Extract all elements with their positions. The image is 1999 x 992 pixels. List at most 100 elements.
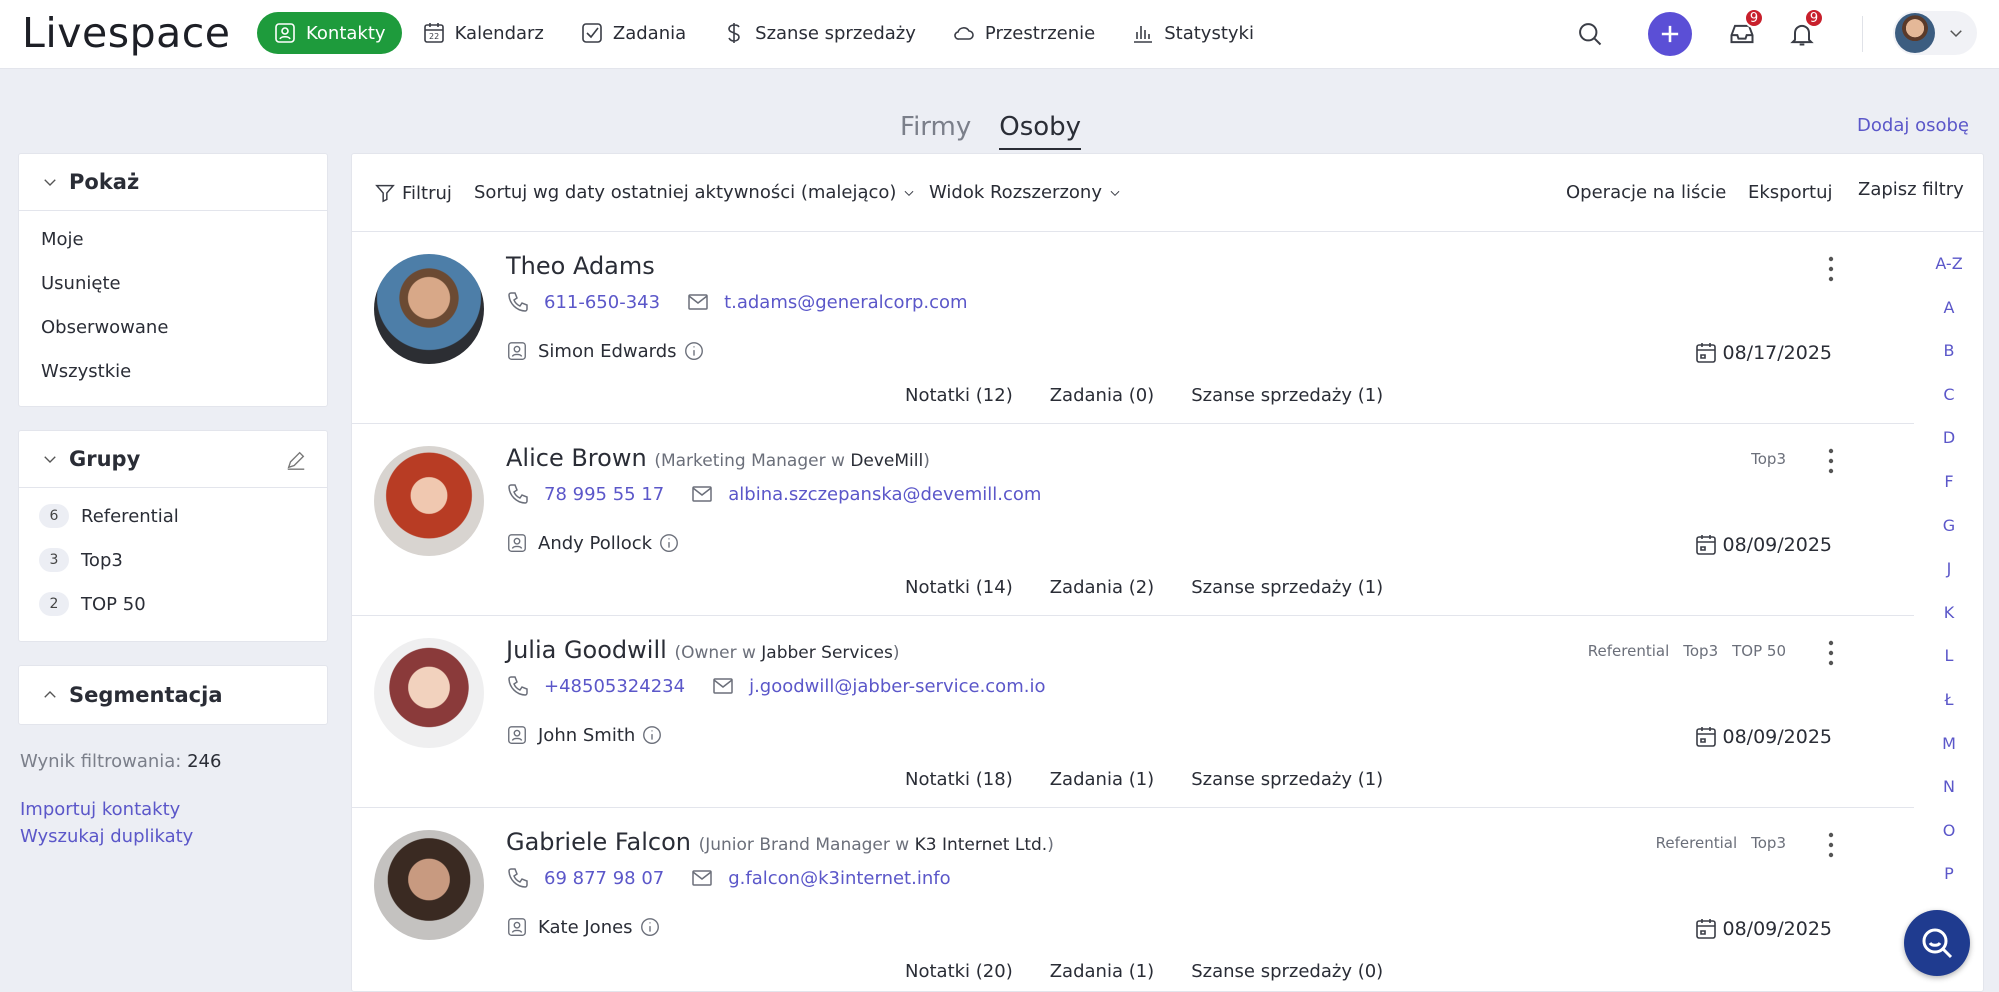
contact-email[interactable]: albina.szczepanska@devemill.com — [728, 484, 1041, 505]
show-panel-header[interactable]: Pokaż — [19, 154, 327, 211]
info-icon[interactable] — [639, 916, 661, 938]
contact-name[interactable]: Theo Adams — [506, 252, 655, 280]
contact-name[interactable]: Alice Brown (Marketing Manager w DeveMil… — [506, 444, 930, 472]
add-person-link[interactable]: Dodaj osobę — [1857, 115, 1969, 136]
row-menu-button[interactable] — [1820, 830, 1842, 860]
contact-email[interactable]: t.adams@generalcorp.com — [724, 292, 968, 313]
tasks-link[interactable]: Zadania (1) — [1050, 769, 1154, 790]
help-chat-button[interactable] — [1904, 910, 1970, 976]
deals-link[interactable]: Szanse sprzedaży (1) — [1191, 769, 1383, 790]
notifications-button[interactable]: 9 — [1780, 8, 1824, 56]
nav-item-szanse[interactable]: Szanse sprzedaży — [706, 12, 932, 54]
segmentation-title: Segmentacja — [69, 683, 223, 707]
tab-osoby[interactable]: Osoby — [999, 112, 1082, 150]
contact-email[interactable]: g.falcon@k3internet.info — [728, 868, 950, 889]
contact-phone[interactable]: 611-650-343 — [544, 292, 660, 313]
alpha-letter[interactable]: C — [1922, 385, 1976, 429]
show-item-moje[interactable]: Moje — [19, 217, 327, 261]
nav-item-przestrzenie[interactable]: Przestrzenie — [936, 12, 1111, 54]
tag[interactable]: Top3 — [1683, 642, 1718, 660]
nav-item-statystyki[interactable]: Statystyki — [1115, 12, 1270, 54]
notes-link[interactable]: Notatki (20) — [905, 961, 1013, 982]
info-icon[interactable] — [683, 340, 705, 362]
notes-link[interactable]: Notatki (18) — [905, 769, 1013, 790]
group-item[interactable]: 3 Top3 — [19, 538, 327, 582]
tag[interactable]: Referential — [1656, 834, 1737, 852]
tasks-link[interactable]: Zadania (0) — [1050, 385, 1154, 406]
nav-item-kalendarz[interactable]: 22 Kalendarz — [406, 12, 560, 54]
contact-row[interactable]: Theo Adams 611-650-343 t.adams@generalco… — [352, 232, 1914, 424]
info-icon[interactable] — [641, 724, 663, 746]
deals-link[interactable]: Szanse sprzedaży (1) — [1191, 577, 1383, 598]
contact-name[interactable]: Julia Goodwill (Owner w Jabber Services) — [506, 636, 900, 664]
nav-item-zadania[interactable]: Zadania — [564, 12, 702, 54]
tab-firmy[interactable]: Firmy — [900, 112, 971, 150]
contact-row[interactable]: Alice Brown (Marketing Manager w DeveMil… — [352, 424, 1914, 616]
groups-panel-header[interactable]: Grupy — [19, 431, 327, 488]
owner-name: Kate Jones — [538, 916, 633, 938]
list-operations-button[interactable]: Operacje na liście — [1566, 182, 1726, 203]
deals-link[interactable]: Szanse sprzedaży (1) — [1191, 385, 1383, 406]
alpha-letter[interactable]: G — [1922, 516, 1976, 560]
contact-phone[interactable]: 69 877 98 07 — [544, 868, 664, 889]
alpha-letter[interactable]: K — [1922, 603, 1976, 647]
alpha-letter[interactable]: B — [1922, 341, 1976, 385]
group-item[interactable]: 6 Referential — [19, 494, 327, 538]
user-icon — [508, 726, 526, 744]
search-button[interactable] — [1568, 12, 1612, 56]
row-menu-button[interactable] — [1820, 254, 1842, 284]
contact-row[interactable]: Julia Goodwill (Owner w Jabber Services)… — [352, 616, 1914, 808]
alpha-letter[interactable]: O — [1922, 821, 1976, 865]
alpha-letter[interactable]: M — [1922, 734, 1976, 778]
filter-button[interactable]: Filtruj — [374, 182, 452, 204]
contact-phone[interactable]: +48505324234 — [544, 676, 685, 697]
alpha-letter[interactable]: J — [1922, 559, 1976, 603]
alpha-letter[interactable]: F — [1922, 472, 1976, 516]
alpha-letter[interactable]: N — [1922, 777, 1976, 821]
import-contacts-link[interactable]: Importuj kontakty — [20, 799, 180, 820]
nav-item-kontakty[interactable]: Kontakty — [257, 12, 402, 54]
contact-row[interactable]: Gabriele Falcon (Junior Brand Manager w … — [352, 808, 1914, 991]
pencil-icon[interactable] — [285, 449, 307, 471]
segmentation-panel-header[interactable]: Segmentacja — [19, 666, 327, 724]
contact-email[interactable]: j.goodwill@jabber-service.com.io — [749, 676, 1045, 697]
alpha-letter[interactable]: Ł — [1922, 690, 1976, 734]
user-menu[interactable] — [1893, 11, 1977, 55]
sort-dropdown[interactable]: Sortuj wg daty ostatniej aktywności (mal… — [474, 182, 916, 203]
add-button[interactable] — [1648, 12, 1692, 56]
contact-phone[interactable]: 78 995 55 17 — [544, 484, 664, 505]
export-button[interactable]: Eksportuj — [1748, 182, 1832, 203]
contact-name[interactable]: Gabriele Falcon (Junior Brand Manager w … — [506, 828, 1054, 856]
alpha-letter[interactable]: P — [1922, 864, 1976, 908]
nav-label: Kalendarz — [454, 22, 544, 44]
tag[interactable]: Top3 — [1751, 450, 1786, 468]
find-duplicates-link[interactable]: Wyszukaj duplikaty — [20, 826, 193, 847]
top-bar: Livespace Kontakty 22 Kalendarz Zadania … — [0, 0, 1999, 69]
messages-button[interactable]: 9 — [1720, 8, 1764, 56]
alpha-letter[interactable]: D — [1922, 428, 1976, 472]
show-item-usuniete[interactable]: Usunięte — [19, 261, 327, 305]
notes-link[interactable]: Notatki (12) — [905, 385, 1013, 406]
show-item-obserwowane[interactable]: Obserwowane — [19, 305, 327, 349]
notes-link[interactable]: Notatki (14) — [905, 577, 1013, 598]
tag[interactable]: TOP 50 — [1732, 642, 1786, 660]
info-icon[interactable] — [658, 532, 680, 554]
app-logo[interactable]: Livespace — [22, 8, 231, 58]
save-filters-button[interactable]: Zapisz filtry — [1858, 179, 1964, 200]
alpha-letter[interactable]: L — [1922, 646, 1976, 690]
row-menu-button[interactable] — [1820, 446, 1842, 476]
phone-icon — [508, 676, 528, 696]
tasks-link[interactable]: Zadania (1) — [1050, 961, 1154, 982]
deals-link[interactable]: Szanse sprzedaży (0) — [1191, 961, 1383, 982]
alpha-letter[interactable]: A — [1922, 298, 1976, 342]
row-menu-button[interactable] — [1820, 638, 1842, 668]
contact-owner: Kate Jones — [506, 916, 661, 938]
tag[interactable]: Referential — [1588, 642, 1669, 660]
show-item-wszystkie[interactable]: Wszystkie — [19, 349, 327, 393]
more-vertical-icon — [1828, 640, 1834, 666]
alpha-letter[interactable]: A-Z — [1922, 254, 1976, 298]
view-dropdown[interactable]: Widok Rozszerzony — [929, 182, 1122, 203]
tag[interactable]: Top3 — [1751, 834, 1786, 852]
group-item[interactable]: 2 TOP 50 — [19, 582, 327, 626]
tasks-link[interactable]: Zadania (2) — [1050, 577, 1154, 598]
